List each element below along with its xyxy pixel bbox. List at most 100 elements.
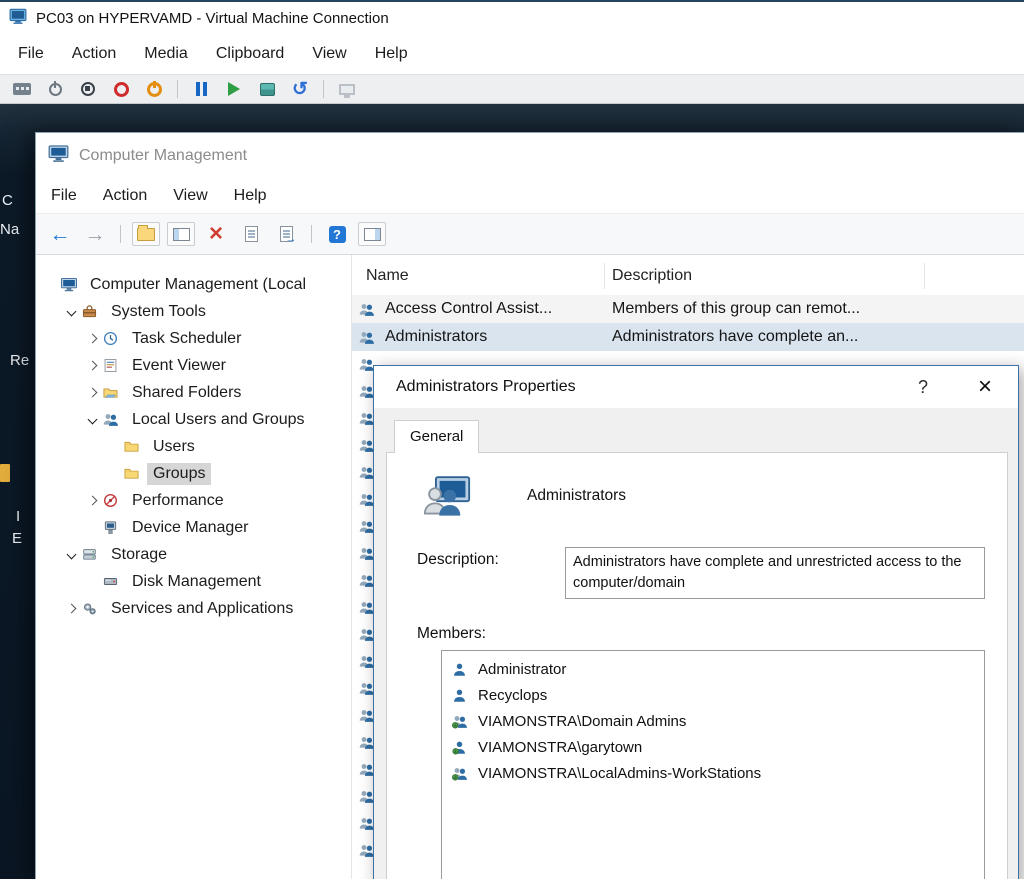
vm-menu-help[interactable]: Help [361,34,422,74]
vm-menu-clipboard[interactable]: Clipboard [202,34,298,74]
column-divider[interactable] [604,263,605,289]
member-recyclops[interactable]: Recyclops [444,682,982,708]
show-action-pane-button[interactable] [358,222,386,246]
tree-item-disk-management[interactable]: Disk Management [36,568,351,595]
reset-button[interactable] [220,77,248,101]
turn-off-icon [81,82,95,96]
tree-item-system-tools[interactable]: System Tools [36,298,351,325]
delete-icon [209,222,223,246]
tree-item-label: Users [147,436,201,458]
domain-group-icon [451,766,471,781]
tree-item-services-and-applications[interactable]: Services and Applications [36,595,351,622]
column-header-description[interactable]: Description [604,267,692,295]
start-button[interactable] [41,77,69,101]
vm-menu-media[interactable]: Media [130,34,202,74]
show-console-tree-button[interactable] [167,222,195,246]
member-viamonstra-localadmins-workstations[interactable]: VIAMONSTRA\LocalAdmins-WorkStations [444,760,982,786]
row-access-control-assist[interactable]: Access Control Assist... Members of this… [352,295,1024,323]
forward-button[interactable] [81,222,109,246]
shared-folders-icon [102,384,122,401]
tree-item-label: Groups [147,463,211,485]
shut-down-button[interactable] [107,77,135,101]
tree-expander-icon[interactable] [84,362,100,369]
dialog-help-button[interactable]: ? [918,377,928,398]
pause-button[interactable] [187,77,215,101]
column-header-name[interactable]: Name [352,267,604,295]
back-button[interactable] [46,222,74,246]
vm-toolbar [0,74,1024,104]
tree-item-users[interactable]: Users [36,433,351,460]
users-groups-icon [102,411,122,428]
pause-icon [196,82,207,96]
toolbar-separator [323,80,324,98]
description-field[interactable]: Administrators have complete and unrestr… [565,547,985,599]
group-name: Administrators [527,487,626,505]
cm-titlebar[interactable]: Computer Management [36,133,1024,179]
services-icon [81,600,101,617]
computer-icon [60,276,80,293]
vm-menu-view[interactable]: View [298,34,360,74]
vm-menu-file[interactable]: File [4,34,58,74]
save-button[interactable] [140,77,168,101]
save-icon [147,82,162,97]
ctrl-alt-del-button[interactable] [8,77,36,101]
tree-item-label: Event Viewer [126,355,232,377]
cm-menu-file[interactable]: File [38,179,90,213]
tree-item-label: Device Manager [126,517,255,539]
dialog-close-button[interactable]: × [978,375,992,399]
member-viamonstra-domain-admins[interactable]: VIAMONSTRA\Domain Admins [444,708,982,734]
tree-item-groups[interactable]: Groups [36,460,351,487]
export-list-button[interactable] [272,222,300,246]
member-administrator[interactable]: Administrator [444,656,982,682]
tree-item-local-users-and-groups[interactable]: Local Users and Groups [36,406,351,433]
checkpoint-button[interactable] [253,77,281,101]
device-manager-icon [102,519,122,536]
tree-item-computer-management-local[interactable]: Computer Management (Local [36,271,351,298]
tree-expander-icon[interactable] [84,497,100,504]
column-divider[interactable] [924,263,925,289]
toolbar-separator [311,225,312,243]
tab-general[interactable]: General [394,420,479,453]
help-button[interactable] [323,222,351,246]
dialog-titlebar[interactable]: Administrators Properties ? × [374,366,1018,408]
tree-expander-icon[interactable] [84,335,100,342]
administrators-group-icon [423,475,471,517]
members-list[interactable]: Administrator Recyclops VIAMONSTRA\Domai… [441,650,985,879]
turn-off-button[interactable] [74,77,102,101]
properties-button[interactable] [237,222,265,246]
vm-menu-action[interactable]: Action [58,34,130,74]
tree-expander-icon[interactable] [63,605,79,612]
tree-item-label: Performance [126,490,230,512]
tree-item-event-viewer[interactable]: Event Viewer [36,352,351,379]
delete-button[interactable] [202,222,230,246]
task-scheduler-icon [102,330,122,347]
tree-expander-icon[interactable] [63,308,79,315]
ctrl-alt-del-icon [13,83,31,95]
vm-window-title: PC03 on HYPERVAMD - Virtual Machine Conn… [36,10,389,27]
up-icon [137,228,155,241]
tree-item-device-manager[interactable]: Device Manager [36,514,351,541]
start-icon [49,83,62,96]
cm-toolbar [36,213,1024,255]
tree-expander-icon[interactable] [84,416,100,423]
cm-menu-help[interactable]: Help [221,179,280,213]
tree-expander-icon[interactable] [63,551,79,558]
shut-down-icon [114,82,129,97]
enhanced-session-button[interactable] [333,77,361,101]
tree-item-performance[interactable]: Performance [36,487,351,514]
row-administrators[interactable]: Administrators Administrators have compl… [352,323,1024,351]
cm-menu-view[interactable]: View [160,179,220,213]
folder-icon [123,438,143,455]
tree-item-task-scheduler[interactable]: Task Scheduler [36,325,351,352]
member-viamonstra-garytown[interactable]: VIAMONSTRA\garytown [444,734,982,760]
cm-menu-action[interactable]: Action [90,179,160,213]
revert-button[interactable] [286,77,314,101]
up-button[interactable] [132,222,160,246]
row-name: Administrators [385,328,487,346]
tree-item-shared-folders[interactable]: Shared Folders [36,379,351,406]
tree-item-label: Services and Applications [105,598,299,620]
tree-item-storage[interactable]: Storage [36,541,351,568]
dialog-body: General Administrators Description: Admi… [374,408,1018,879]
tree-expander-icon[interactable] [84,389,100,396]
member-name: Recyclops [478,687,547,704]
